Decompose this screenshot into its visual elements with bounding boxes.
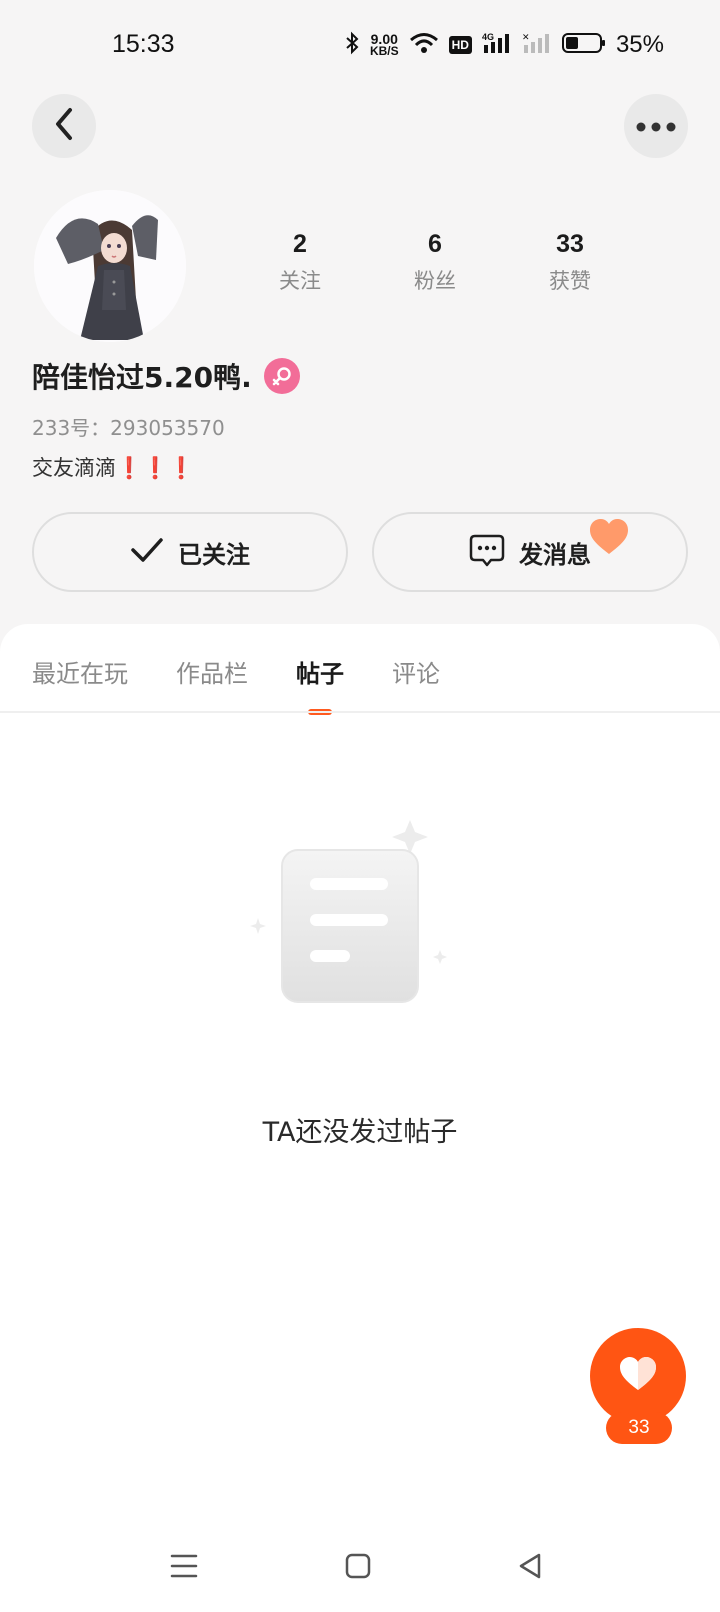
- square-icon: [345, 1553, 371, 1583]
- status-bar: 15:33 9.00 KB/S HD 4G ✕ 35%: [0, 0, 720, 90]
- menu-nav-button[interactable]: [166, 1550, 202, 1586]
- followed-button[interactable]: 已关注: [32, 512, 348, 592]
- home-nav-button[interactable]: [340, 1550, 376, 1586]
- status-icons: 9.00 KB/S HD 4G ✕ 35%: [344, 30, 664, 60]
- message-label: 发消息: [519, 540, 591, 569]
- stat-label: 关注: [279, 269, 321, 293]
- tab-posts[interactable]: 帖子: [296, 654, 344, 715]
- net-speed: 9.00 KB/S: [369, 31, 399, 58]
- bluetooth-icon: [344, 31, 360, 59]
- bio-marks: ❗❗❗: [116, 456, 195, 480]
- avatar-image: [34, 190, 186, 342]
- stat-fans[interactable]: 6 粉丝: [380, 230, 490, 295]
- tab-comments[interactable]: 评论: [392, 654, 440, 689]
- heart-icon: [588, 518, 630, 560]
- avatar[interactable]: [34, 190, 186, 342]
- signal-2-icon: ✕: [522, 31, 552, 59]
- chat-bubble-icon: [469, 532, 505, 572]
- check-icon: [130, 536, 164, 568]
- female-icon: [263, 358, 300, 394]
- like-button[interactable]: [590, 1328, 686, 1424]
- stat-label: 粉丝: [414, 269, 456, 293]
- more-dots-icon: [636, 117, 676, 136]
- stat-value: 2: [293, 230, 307, 258]
- empty-state-message: TA还没发过帖子: [262, 1117, 458, 1148]
- tab-works[interactable]: 作品栏: [176, 654, 248, 689]
- stat-following[interactable]: 2 关注: [245, 230, 355, 295]
- battery-percent: 35%: [615, 31, 664, 58]
- stat-value: 33: [556, 230, 584, 258]
- username: 陪佳怡过5.20鸭.: [32, 361, 252, 394]
- battery-icon: [561, 32, 606, 58]
- back-nav-button[interactable]: [512, 1550, 548, 1586]
- tab-bar: 最近在玩 作品栏 帖子 评论: [32, 654, 440, 715]
- stat-value: 6: [428, 230, 442, 258]
- hd-icon: HD: [448, 36, 472, 54]
- tabs-divider: [0, 711, 720, 713]
- svg-text:✕: ✕: [522, 32, 530, 42]
- profile-stats: 2 关注 6 粉丝 33 获赞: [245, 230, 625, 295]
- username-row: 陪佳怡过5.20鸭.: [32, 356, 300, 396]
- triangle-back-icon: [517, 1552, 543, 1584]
- like-count: 33: [606, 1412, 672, 1444]
- status-time: 15:33: [112, 30, 175, 58]
- svg-text:4G: 4G: [482, 32, 494, 42]
- user-id: 233号：293053570: [32, 416, 225, 440]
- back-button[interactable]: [32, 94, 96, 158]
- wifi-icon: [409, 31, 439, 59]
- signal-4g-icon: 4G: [482, 31, 512, 59]
- more-button[interactable]: [624, 94, 688, 158]
- menu-icon: [170, 1553, 198, 1583]
- tab-recent-play[interactable]: 最近在玩: [32, 654, 128, 689]
- bio: 交友滴滴❗❗❗: [32, 452, 194, 482]
- chevron-left-icon: [53, 107, 75, 145]
- message-button[interactable]: 发消息: [372, 512, 688, 592]
- heart-icon: [618, 1356, 658, 1396]
- followed-label: 已关注: [178, 540, 250, 569]
- bio-text: 交友滴滴: [32, 456, 116, 480]
- stat-likes[interactable]: 33 获赞: [515, 230, 625, 295]
- stat-label: 获赞: [549, 269, 591, 293]
- system-nav-bar: [0, 1524, 720, 1612]
- empty-document-icon: [250, 820, 470, 1020]
